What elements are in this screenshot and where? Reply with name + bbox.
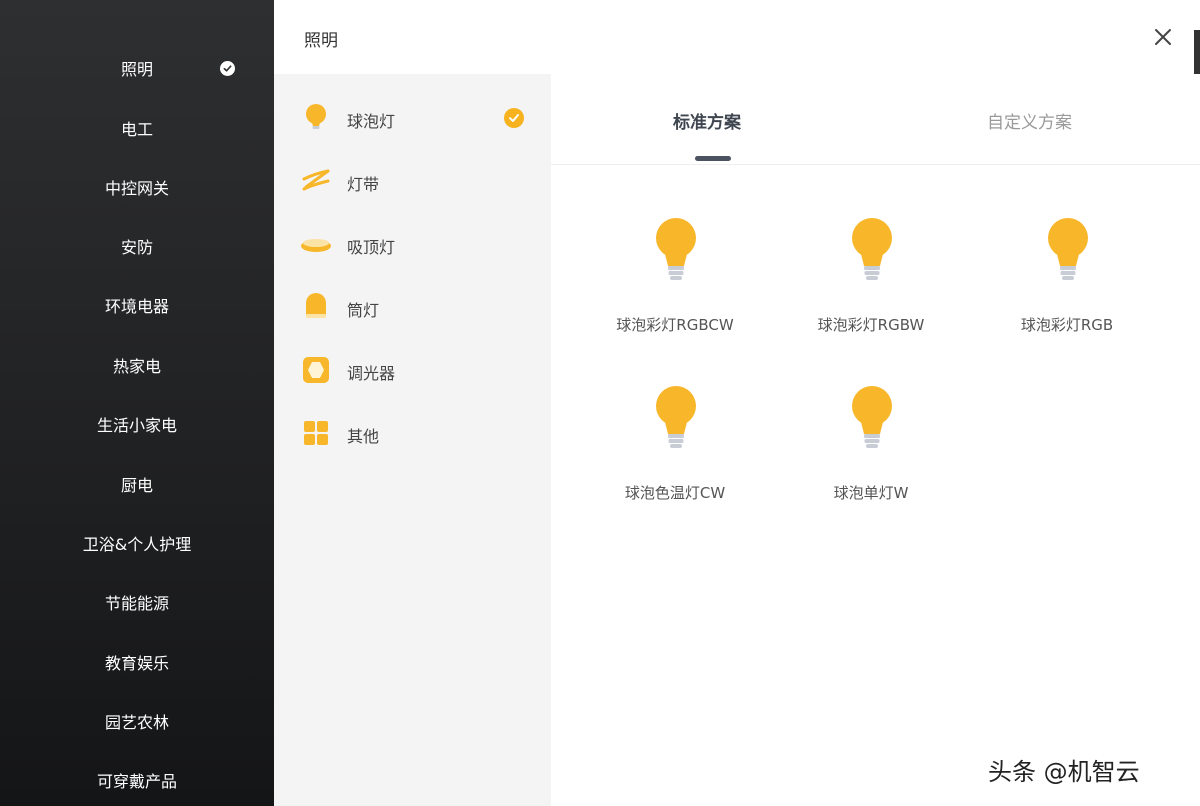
ceiling-light-icon [301,239,331,252]
grid-icon [304,421,328,445]
category-label: 生活小家电 [96,416,177,435]
product-name: 球泡色温灯CW [624,484,726,502]
dialog-header: 照明 [274,0,1200,74]
subcategory-label: 吸顶灯 [347,238,396,257]
category-label: 厨电 [120,476,153,495]
category-item-heating[interactable]: 热家电 [0,345,274,385]
bulb-icon [306,104,326,129]
content-panel: 标准方案 自定义方案 球泡彩灯RGBCW 球泡彩灯RGBW 球泡彩灯RGB 球泡… [551,74,1200,806]
subcategory-ceiling-light[interactable]: 吸顶灯 [274,219,551,269]
dimmer-icon [303,357,329,383]
watermark: 头条 @机智云 [988,758,1140,786]
category-item-bath-personal-care[interactable]: 卫浴&个人护理 [0,523,274,563]
product-name: 球泡彩灯RGBCW [616,316,734,334]
subcategory-dimmer[interactable]: 调光器 [274,345,551,395]
category-item-kitchen[interactable]: 厨电 [0,464,274,504]
subcategory-label: 筒灯 [347,301,380,320]
subcategory-label: 调光器 [347,364,396,383]
bulb-icon [656,386,696,448]
category-label: 可穿戴产品 [96,772,177,791]
category-item-gateway[interactable]: 中控网关 [0,167,274,207]
category-label: 卫浴&个人护理 [82,535,192,554]
product-name: 球泡彩灯RGB [1020,316,1114,334]
category-label: 教育娱乐 [104,654,169,673]
tab-custom[interactable]: 自定义方案 [987,108,1072,133]
category-item-small-appliances[interactable]: 生活小家电 [0,404,274,444]
check-icon [220,61,235,76]
category-label: 安防 [120,238,153,257]
bulb-icon [852,218,892,280]
product-card[interactable]: 球泡彩灯RGB [972,218,1162,358]
category-item-energy[interactable]: 节能能源 [0,582,274,622]
subcategory-downlight[interactable]: 筒灯 [274,282,551,332]
category-item-gardening[interactable]: 园艺农林 [0,701,274,741]
category-item-lighting[interactable]: 照明 [0,48,274,88]
subcategory-label: 灯带 [347,175,380,194]
category-dialog: 照明 球泡灯 灯带 吸顶灯 筒灯 调光器 其他 标准方案 自定义方案 球泡彩灯R… [274,0,1200,806]
subcategory-light-strip[interactable]: 灯带 [274,156,551,206]
bulb-icon [1048,218,1088,280]
category-item-security[interactable]: 安防 [0,226,274,266]
product-card[interactable]: 球泡单灯W [776,386,966,526]
category-item-electrician[interactable]: 电工 [0,108,274,148]
category-label: 中控网关 [104,179,169,198]
light-strip-icon [302,169,330,191]
product-card[interactable]: 球泡彩灯RGBW [776,218,966,358]
category-label: 电工 [120,120,153,139]
tab-standard[interactable]: 标准方案 [673,108,741,133]
product-card[interactable]: 球泡色温灯CW [580,386,770,526]
subcategory-label: 球泡灯 [347,112,396,131]
subcategory-bulb[interactable]: 球泡灯 [274,93,551,143]
close-button[interactable] [1151,25,1175,49]
subcategory-panel: 球泡灯 灯带 吸顶灯 筒灯 调光器 其他 [274,74,551,806]
subcategory-label: 其他 [347,427,380,446]
category-sidebar: 照明 电工 中控网关 安防 环境电器 热家电 生活小家电 厨电 卫浴&个人护理 … [0,0,274,806]
close-icon [1155,29,1171,45]
active-tab-indicator [695,156,731,161]
bulb-icon [656,218,696,280]
category-item-education[interactable]: 教育娱乐 [0,642,274,682]
downlight-icon [306,293,326,318]
category-label: 园艺农林 [104,713,169,732]
category-label: 照明 [120,60,153,79]
bulb-icon [852,386,892,448]
tab-bar: 标准方案 自定义方案 [551,74,1200,165]
product-name: 球泡单灯W [833,484,909,502]
product-card[interactable]: 球泡彩灯RGBCW [580,218,770,358]
product-name: 球泡彩灯RGBW [817,316,925,334]
category-item-wearables[interactable]: 可穿戴产品 [0,760,274,800]
category-item-environment[interactable]: 环境电器 [0,285,274,325]
category-label: 热家电 [112,357,161,376]
category-label: 节能能源 [104,594,169,613]
category-label: 环境电器 [104,297,169,316]
dialog-title: 照明 [304,31,338,51]
subcategory-other[interactable]: 其他 [274,408,551,458]
check-icon [504,108,524,128]
